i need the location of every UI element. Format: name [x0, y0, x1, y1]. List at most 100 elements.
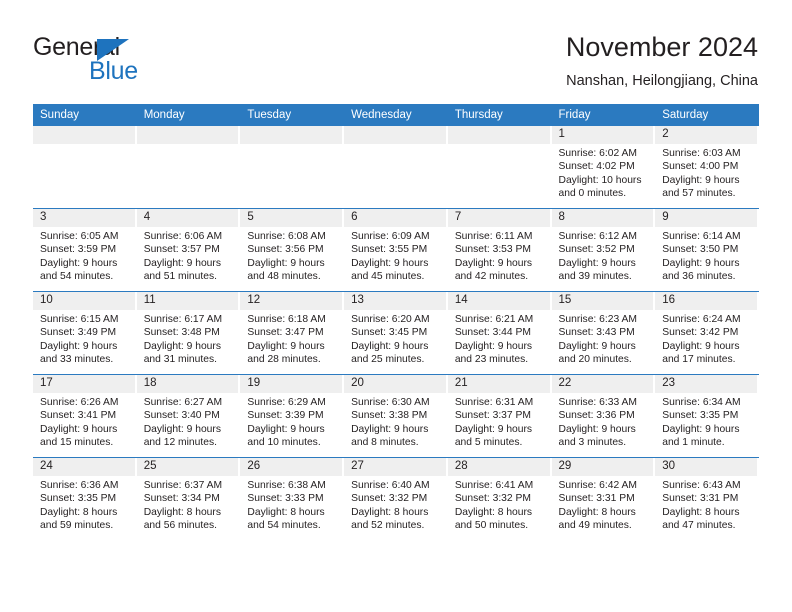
sunrise-time: Sunrise: 6:31 AM: [454, 397, 534, 408]
calendar-cell-inner: 7 Sunrise: 6:11 AM Sunset: 3:53 PM Daylight…: [447, 209, 552, 291]
calendar-day-cell[interactable]: 9 Sunrise: 6:14 AM Sunset: 3:50 PM Daylight…: [655, 208, 759, 292]
daylight-duration-line2: and 5 minutes.: [454, 437, 523, 449]
weekday-header-sunday: Sunday: [33, 104, 137, 126]
calendar-day-cell[interactable]: 4 Sunrise: 6:06 AM Sunset: 3:57 PM Daylight…: [136, 208, 241, 292]
sunrise-time: Sunrise: 6:09 AM: [351, 231, 430, 242]
day-number: 19: [240, 375, 343, 393]
weekday-header-friday: Friday: [551, 104, 656, 126]
calendar-cell-inner: 2 Sunrise: 6:03 AM Sunset: 4:00 PM Daylight…: [655, 126, 759, 208]
daylight-duration-line2: and 0 minutes.: [558, 188, 627, 200]
daylight-duration-line2: and 20 minutes.: [558, 354, 632, 366]
calendar-day-cell[interactable]: 10 Sunrise: 6:15 AM Sunset: 3:49 PM Dayligh…: [33, 291, 137, 375]
calendar-day-cell[interactable]: 5 Sunrise: 6:08 AM Sunset: 3:56 PM Daylight…: [240, 208, 345, 292]
sun-times: Sunrise: 6:08 AM Sunset: 3:56 PM Daylight:…: [240, 227, 344, 284]
calendar-day-cell[interactable]: 22 Sunrise: 6:33 AM Sunset: 3:36 PM Dayligh…: [551, 374, 656, 458]
sunrise-time: Sunrise: 6:18 AM: [247, 314, 326, 325]
sunset-time: Sunset: 3:42 PM: [662, 327, 739, 339]
calendar-day-cell[interactable]: 2 Sunrise: 6:03 AM Sunset: 4:00 PM Daylight…: [655, 126, 759, 209]
calendar-day-cell[interactable]: 13 Sunrise: 6:20 AM Sunset: 3:45 PM Dayligh…: [344, 291, 448, 375]
weekday-header-wednesday: Wednesday: [344, 104, 448, 126]
calendar-cell-inner: [240, 126, 344, 208]
calendar-day-cell[interactable]: 11 Sunrise: 6:17 AM Sunset: 3:48 PM Dayligh…: [136, 291, 241, 375]
calendar-day-cell[interactable]: 18 Sunrise: 6:27 AM Sunset: 3:40 PM Dayligh…: [136, 374, 241, 458]
calendar-day-cell[interactable]: 17 Sunrise: 6:26 AM Sunset: 3:41 PM Dayligh…: [33, 374, 137, 458]
daylight-duration-line1: Daylight: 8 hours: [454, 506, 533, 518]
sunrise-time: Sunrise: 6:14 AM: [662, 231, 741, 242]
calendar-day-cell[interactable]: 15 Sunrise: 6:23 AM Sunset: 3:43 PM Dayligh…: [551, 291, 656, 375]
sunset-time: Sunset: 3:38 PM: [351, 410, 428, 422]
calendar-day-cell[interactable]: 28 Sunrise: 6:41 AM Sunset: 3:32 PM Dayligh…: [447, 457, 552, 540]
sunrise-time: Sunrise: 6:27 AM: [143, 397, 223, 408]
weekday-header-thursday: Thursday: [447, 104, 552, 126]
sunset-time: Sunset: 3:35 PM: [662, 410, 739, 422]
day-number: 17: [33, 375, 135, 393]
calendar-day-cell[interactable]: 21 Sunrise: 6:31 AM Sunset: 3:37 PM Dayligh…: [447, 374, 552, 458]
day-number: 9: [655, 209, 757, 227]
calendar-day-cell[interactable]: 8 Sunrise: 6:12 AM Sunset: 3:52 PM Daylight…: [551, 208, 656, 292]
sunset-time: Sunset: 3:35 PM: [40, 493, 117, 505]
calendar-day-cell[interactable]: 19 Sunrise: 6:29 AM Sunset: 3:39 PM Dayligh…: [240, 374, 345, 458]
sun-times: Sunrise: 6:30 AM Sunset: 3:38 PM Daylight:…: [344, 393, 448, 450]
calendar-day-cell[interactable]: 6 Sunrise: 6:09 AM Sunset: 3:55 PM Daylight…: [344, 208, 448, 292]
daylight-duration-line1: Daylight: 10 hours: [558, 174, 642, 186]
calendar-cell-inner: 11 Sunrise: 6:17 AM Sunset: 3:48 PM Dayligh…: [136, 292, 241, 374]
daylight-duration-line2: and 1 minute.: [662, 437, 725, 449]
calendar-week-row: 17 Sunrise: 6:26 AM Sunset: 3:41 PM Dayligh…: [33, 374, 759, 458]
sun-times: Sunrise: 6:26 AM Sunset: 3:41 PM Daylight:…: [33, 393, 137, 450]
sunset-time: Sunset: 3:44 PM: [454, 327, 531, 339]
calendar-day-cell[interactable]: 12 Sunrise: 6:18 AM Sunset: 3:47 PM Dayligh…: [240, 291, 345, 375]
daylight-duration-line2: and 57 minutes.: [662, 188, 736, 200]
calendar-day-cell[interactable]: 1 Sunrise: 6:02 AM Sunset: 4:02 PM Daylight…: [551, 126, 656, 209]
calendar-cell-inner: 23 Sunrise: 6:34 AM Sunset: 3:35 PM Dayligh…: [655, 375, 759, 457]
daylight-duration-line1: Daylight: 9 hours: [454, 340, 533, 352]
sun-times: Sunrise: 6:21 AM Sunset: 3:44 PM Daylight:…: [448, 310, 552, 367]
calendar-cell-empty: [136, 126, 241, 209]
daylight-duration-line1: Daylight: 9 hours: [247, 257, 325, 269]
daylight-duration-line2: and 47 minutes.: [662, 520, 736, 532]
daylight-duration-line2: and 52 minutes.: [351, 520, 425, 532]
brand-logo[interactable]: General Blue: [33, 33, 213, 85]
day-number: 23: [655, 375, 757, 393]
sun-times: Sunrise: 6:18 AM Sunset: 3:47 PM Daylight:…: [240, 310, 344, 367]
day-number: 12: [240, 292, 343, 310]
sunrise-time: Sunrise: 6:05 AM: [40, 231, 119, 242]
calendar-day-cell[interactable]: 29 Sunrise: 6:42 AM Sunset: 3:31 PM Dayligh…: [551, 457, 656, 540]
calendar-week-row: 3 Sunrise: 6:05 AM Sunset: 3:59 PM Daylight…: [33, 208, 759, 292]
sunset-time: Sunset: 3:36 PM: [558, 410, 635, 422]
day-number: 4: [136, 209, 239, 227]
calendar-cell-inner: 22 Sunrise: 6:33 AM Sunset: 3:36 PM Dayligh…: [551, 375, 656, 457]
calendar-cell-inner: 12 Sunrise: 6:18 AM Sunset: 3:47 PM Dayligh…: [240, 292, 344, 374]
calendar-day-cell[interactable]: 20 Sunrise: 6:30 AM Sunset: 3:38 PM Dayligh…: [344, 374, 448, 458]
sunrise-time: Sunrise: 6:02 AM: [558, 148, 637, 159]
sun-times: Sunrise: 6:02 AM Sunset: 4:02 PM Daylight:…: [552, 144, 656, 201]
calendar-day-cell[interactable]: 26 Sunrise: 6:38 AM Sunset: 3:33 PM Dayligh…: [240, 457, 345, 540]
daylight-duration-line2: and 15 minutes.: [40, 437, 114, 449]
calendar-day-cell[interactable]: 30 Sunrise: 6:43 AM Sunset: 3:31 PM Dayligh…: [655, 457, 759, 540]
daylight-duration-line2: and 31 minutes.: [143, 354, 217, 366]
calendar-day-cell[interactable]: 16 Sunrise: 6:24 AM Sunset: 3:42 PM Dayligh…: [655, 291, 759, 375]
daylight-duration-line1: Daylight: 9 hours: [662, 174, 740, 186]
daylight-duration-line1: Daylight: 8 hours: [558, 506, 636, 518]
sunset-time: Sunset: 3:59 PM: [40, 244, 117, 256]
day-number: [33, 126, 135, 144]
calendar-cell-empty: [240, 126, 345, 209]
calendar-cell-inner: 10 Sunrise: 6:15 AM Sunset: 3:49 PM Dayligh…: [33, 292, 137, 374]
sunset-time: Sunset: 4:00 PM: [662, 161, 739, 173]
day-number: [136, 126, 239, 144]
sunset-time: Sunset: 3:33 PM: [247, 493, 324, 505]
day-number: 18: [136, 375, 239, 393]
calendar-day-cell[interactable]: 23 Sunrise: 6:34 AM Sunset: 3:35 PM Dayligh…: [655, 374, 759, 458]
daylight-duration-line1: Daylight: 9 hours: [143, 257, 221, 269]
sunset-time: Sunset: 3:47 PM: [247, 327, 324, 339]
calendar-day-cell[interactable]: 27 Sunrise: 6:40 AM Sunset: 3:32 PM Dayligh…: [344, 457, 448, 540]
calendar-day-cell[interactable]: 14 Sunrise: 6:21 AM Sunset: 3:44 PM Dayligh…: [447, 291, 552, 375]
calendar-day-cell[interactable]: 25 Sunrise: 6:37 AM Sunset: 3:34 PM Dayligh…: [136, 457, 241, 540]
calendar-day-cell[interactable]: 3 Sunrise: 6:05 AM Sunset: 3:59 PM Daylight…: [33, 208, 137, 292]
calendar-day-cell[interactable]: 24 Sunrise: 6:36 AM Sunset: 3:35 PM Dayligh…: [33, 457, 137, 540]
title-block: November 2024 Nanshan, Heilongjiang, Chi…: [566, 30, 758, 91]
calendar-cell-inner: 26 Sunrise: 6:38 AM Sunset: 3:33 PM Dayligh…: [240, 458, 344, 540]
sunrise-time: Sunrise: 6:37 AM: [143, 480, 223, 491]
sunset-time: Sunset: 3:31 PM: [662, 493, 739, 505]
calendar-day-cell[interactable]: 7 Sunrise: 6:11 AM Sunset: 3:53 PM Daylight…: [447, 208, 552, 292]
day-number: 11: [136, 292, 239, 310]
